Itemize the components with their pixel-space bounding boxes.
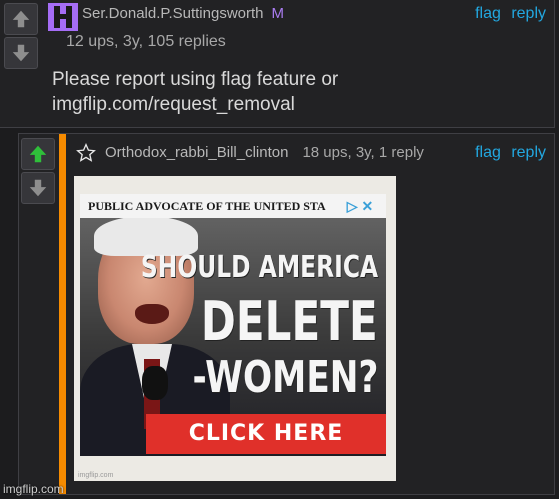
click-here-banner: CLICK HERE — [146, 414, 386, 454]
accent-bar — [59, 134, 66, 494]
comment-2: Orthodox_rabbi_Bill_clinton 18 ups, 3y, 1… — [18, 133, 555, 495]
reply-link[interactable]: reply — [511, 144, 546, 161]
comment-meta: 18 ups, 3y, 1 reply — [302, 144, 424, 161]
star-outline-icon — [76, 143, 96, 162]
comment-meta: 12 ups, 3y, 105 replies — [66, 33, 226, 50]
meme-credit: imgflip.com — [78, 472, 114, 479]
comment-actions: flag reply — [469, 144, 546, 162]
comment-text: Please report using flag feature or imgf… — [52, 69, 339, 115]
meme-headline-2: DELETE — [201, 290, 378, 353]
reply-link[interactable]: reply — [511, 5, 546, 22]
upvote-button[interactable] — [4, 3, 38, 35]
meme-headline-1: SHOULD AMERICA — [140, 250, 378, 285]
comment-1: Ser.Donald.P.Suttingsworth M flag reply 1… — [0, 0, 555, 128]
flag-link[interactable]: flag — [475, 144, 501, 161]
comment-header: Orthodox_rabbi_Bill_clinton 18 ups, 3y, 1… — [105, 144, 424, 161]
comment-header: Ser.Donald.P.Suttingsworth M — [82, 5, 284, 22]
arrow-down-icon — [29, 179, 47, 197]
arrow-down-icon — [12, 44, 30, 62]
arrow-up-icon — [29, 145, 47, 163]
username[interactable]: Ser.Donald.P.Suttingsworth — [82, 5, 264, 22]
vote-controls — [21, 138, 57, 206]
imgflip-watermark: imgflip.com — [3, 482, 64, 496]
ad-choices-icon: ▷ ✕ — [340, 196, 380, 216]
downvote-button[interactable] — [21, 172, 55, 204]
arrow-up-icon — [12, 10, 30, 28]
h-avatar-icon[interactable] — [48, 3, 78, 31]
username[interactable]: Orthodox_rabbi_Bill_clinton — [105, 144, 288, 161]
flag-link[interactable]: flag — [475, 5, 501, 22]
vote-controls — [4, 3, 40, 71]
microphone-graphic — [142, 366, 168, 400]
mod-badge: M — [271, 5, 285, 22]
upvote-button[interactable] — [21, 138, 55, 170]
meme-image[interactable]: PUBLIC ADVOCATE OF THE UNITED STA ▷ ✕ SH… — [74, 176, 396, 481]
meme-ad-image: PUBLIC ADVOCATE OF THE UNITED STA ▷ ✕ SH… — [80, 194, 386, 456]
meme-headline-3: -WOMEN? — [192, 352, 378, 403]
comment-actions: flag reply — [469, 5, 546, 23]
downvote-button[interactable] — [4, 37, 38, 69]
